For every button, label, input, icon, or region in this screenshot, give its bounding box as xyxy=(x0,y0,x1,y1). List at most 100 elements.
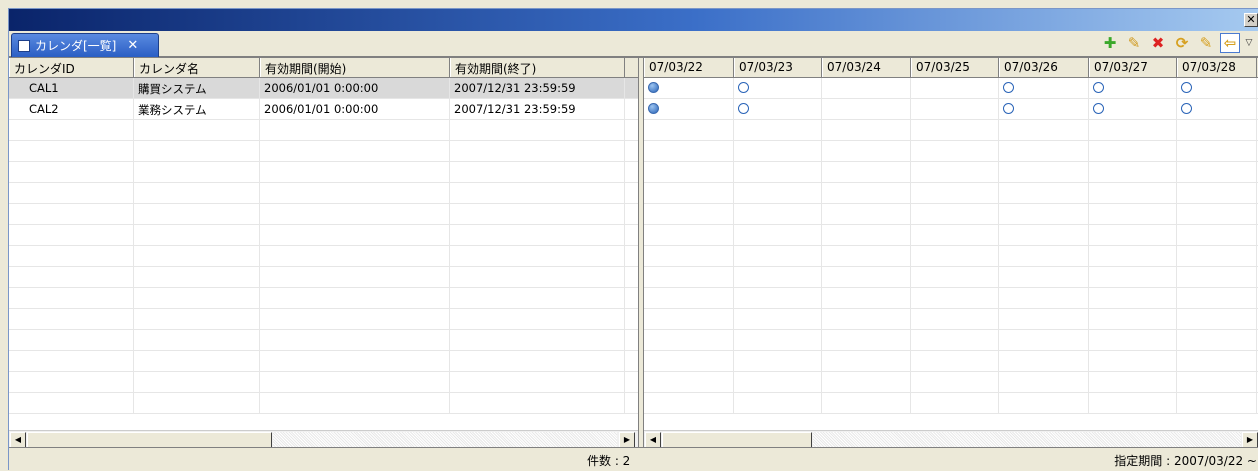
schedule-row[interactable] xyxy=(644,141,1258,162)
refresh-icon[interactable]: ⟳ xyxy=(1172,33,1192,53)
date-column-header[interactable]: 07/03/24 xyxy=(822,58,911,77)
delete-icon[interactable]: ✖ xyxy=(1148,33,1168,53)
table-row[interactable] xyxy=(9,267,638,288)
schedule-cell xyxy=(734,183,822,203)
table-row[interactable] xyxy=(9,351,638,372)
schedule-cell xyxy=(734,393,822,413)
table-row[interactable] xyxy=(9,183,638,204)
scroll-thumb[interactable] xyxy=(662,432,812,448)
table-cell: 2006/01/01 0:00:00 xyxy=(260,78,450,98)
scroll-right-button[interactable]: ▶ xyxy=(619,432,635,448)
table-row[interactable] xyxy=(9,288,638,309)
column-header-valid-to[interactable]: 有効期間(終了) xyxy=(450,58,625,77)
close-icon[interactable]: ✕ xyxy=(127,38,138,53)
table-cell xyxy=(450,288,625,308)
table-cell: CAL2 xyxy=(9,99,134,119)
filter-icon[interactable]: ✎ xyxy=(1196,33,1216,53)
scroll-track[interactable] xyxy=(273,432,617,448)
schedule-cell xyxy=(734,120,822,140)
table-row[interactable] xyxy=(9,225,638,246)
scroll-left-button[interactable]: ◀ xyxy=(645,432,661,448)
schedule-row[interactable] xyxy=(644,78,1258,99)
schedule-cell xyxy=(644,351,734,371)
view-menu-icon[interactable]: ▽ xyxy=(1244,33,1254,53)
table-cell: 2007/12/31 23:59:59 xyxy=(450,99,625,119)
horizontal-scrollbar[interactable]: ◀ ▶ xyxy=(9,430,638,448)
schedule-row[interactable] xyxy=(644,246,1258,267)
table-row[interactable] xyxy=(9,246,638,267)
column-header-calendar-name[interactable]: カレンダ名 xyxy=(134,58,260,77)
schedule-cell xyxy=(1177,351,1257,371)
schedule-row[interactable] xyxy=(644,372,1258,393)
schedule-cell xyxy=(911,393,999,413)
column-header-calendar-id[interactable]: カレンダID xyxy=(9,58,134,77)
schedule-cell xyxy=(999,183,1089,203)
date-column-header[interactable]: 07/03/25 xyxy=(911,58,999,77)
tab-label: カレンダ[一覧] xyxy=(35,39,117,53)
date-column-header[interactable]: 07/03/23 xyxy=(734,58,822,77)
table-cell xyxy=(134,225,260,245)
scroll-left-button[interactable]: ◀ xyxy=(10,432,26,448)
schedule-cell xyxy=(1089,204,1177,224)
scroll-track[interactable] xyxy=(813,432,1241,448)
schedule-row[interactable] xyxy=(644,120,1258,141)
table-cell xyxy=(9,309,134,329)
table-cell xyxy=(9,393,134,413)
table-cell xyxy=(9,372,134,392)
date-column-header[interactable]: 07/03/22 xyxy=(644,58,734,77)
schedule-cell xyxy=(1177,78,1257,98)
schedule-cell xyxy=(644,267,734,287)
table-row[interactable] xyxy=(9,204,638,225)
open-day-icon xyxy=(1093,103,1104,114)
schedule-row[interactable] xyxy=(644,330,1258,351)
add-icon[interactable]: ✚ xyxy=(1100,33,1120,53)
table-row[interactable] xyxy=(9,330,638,351)
window-close-button[interactable]: ✕ xyxy=(1244,13,1258,27)
schedule-row[interactable] xyxy=(644,309,1258,330)
date-column-header[interactable]: 07/03/27 xyxy=(1089,58,1177,77)
schedule-row[interactable] xyxy=(644,393,1258,414)
table-row[interactable] xyxy=(9,162,638,183)
schedule-row[interactable] xyxy=(644,162,1258,183)
schedule-cell xyxy=(911,351,999,371)
schedule-row[interactable] xyxy=(644,288,1258,309)
back-icon[interactable]: ⇦ xyxy=(1220,33,1240,53)
schedule-cell xyxy=(1089,120,1177,140)
schedule-cell xyxy=(822,393,911,413)
schedule-cell xyxy=(999,225,1089,245)
table-cell xyxy=(450,204,625,224)
table-row[interactable] xyxy=(9,141,638,162)
schedule-cell xyxy=(1089,246,1177,266)
table-row[interactable] xyxy=(9,120,638,141)
schedule-row[interactable] xyxy=(644,204,1258,225)
schedule-row[interactable] xyxy=(644,351,1258,372)
schedule-cell xyxy=(999,120,1089,140)
schedule-cell xyxy=(644,120,734,140)
schedule-row[interactable] xyxy=(644,99,1258,120)
column-header-valid-from[interactable]: 有効期間(開始) xyxy=(260,58,450,77)
schedule-cell xyxy=(1177,141,1257,161)
table-row[interactable] xyxy=(9,393,638,414)
schedule-row[interactable] xyxy=(644,267,1258,288)
horizontal-scrollbar[interactable]: ◀ ▶ xyxy=(644,430,1258,448)
scroll-thumb[interactable] xyxy=(27,432,272,448)
date-column-header[interactable]: 07/03/28 xyxy=(1177,58,1257,77)
table-row[interactable]: CAL2 業務システム 2006/01/01 0:00:00 2007/12/31 2… xyxy=(9,99,638,120)
table-row[interactable] xyxy=(9,372,638,393)
scroll-right-button[interactable]: ▶ xyxy=(1242,432,1258,448)
calendar-table: カレンダID カレンダ名 有効期間(開始) 有効期間(終了) CAL1 購買システ… xyxy=(9,58,639,448)
schedule-row[interactable] xyxy=(644,183,1258,204)
table-row[interactable]: CAL1 購買システム 2006/01/01 0:00:00 2007/12/31 2… xyxy=(9,78,638,99)
edit-icon[interactable]: ✎ xyxy=(1124,33,1144,53)
tab-calendar-list[interactable]: カレンダ[一覧] ✕ xyxy=(11,33,159,57)
table-cell xyxy=(450,330,625,350)
schedule-cell xyxy=(734,351,822,371)
table-row[interactable] xyxy=(9,309,638,330)
date-column-header[interactable]: 07/03/26 xyxy=(999,58,1089,77)
schedule-cell xyxy=(999,246,1089,266)
schedule-row[interactable] xyxy=(644,225,1258,246)
schedule-cell xyxy=(1177,393,1257,413)
schedule-cell xyxy=(644,393,734,413)
schedule-cell xyxy=(1177,183,1257,203)
schedule-cell xyxy=(911,204,999,224)
